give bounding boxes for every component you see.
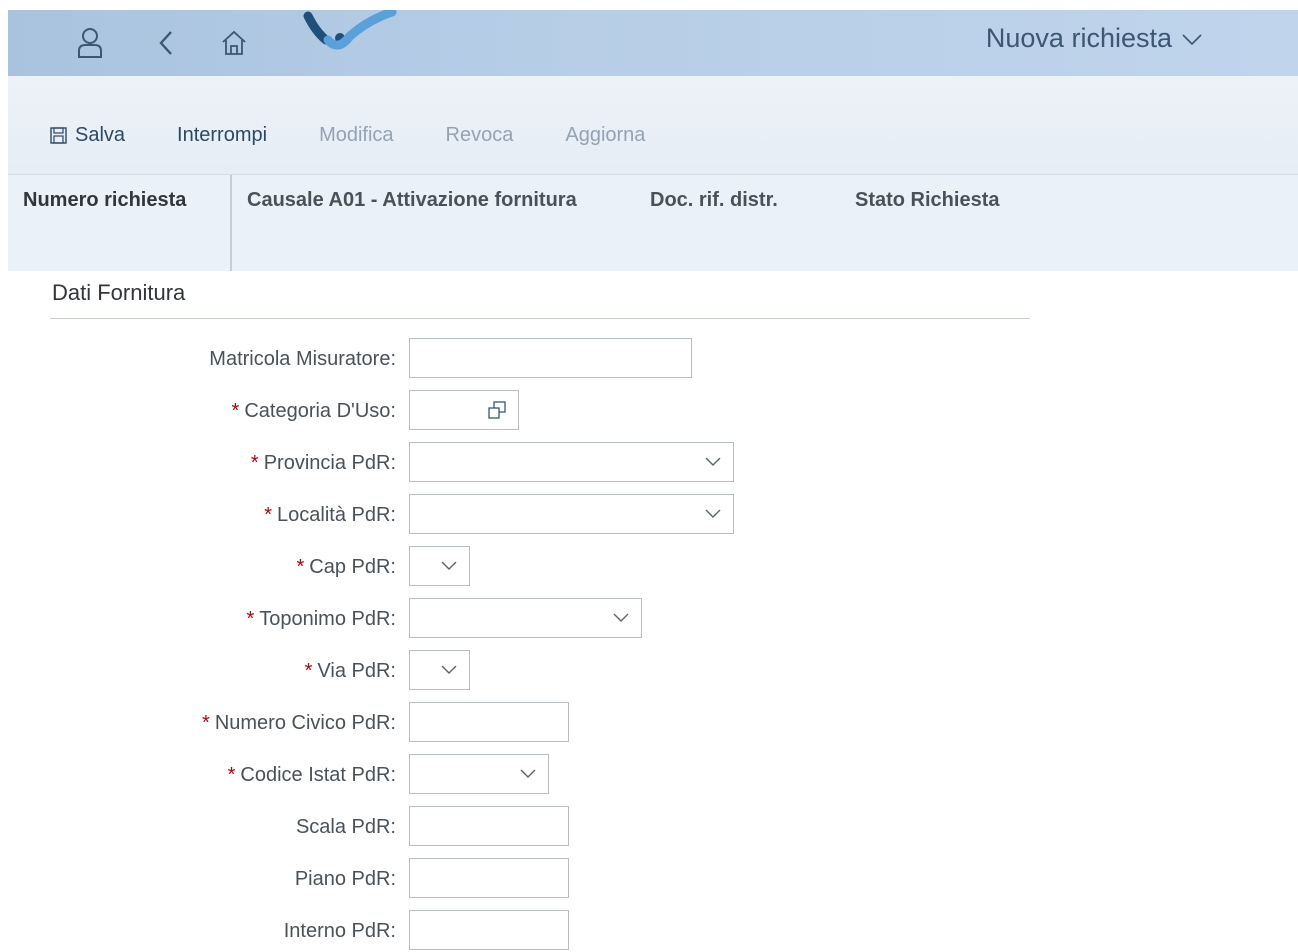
interrupt-button[interactable]: Interrompi (177, 124, 267, 147)
toponym-label: * Toponimo PdR: (246, 598, 396, 640)
interrupt-label: Interrompi (177, 123, 268, 146)
home-icon[interactable] (214, 10, 254, 76)
required-marker: * (231, 399, 240, 422)
app-title-menu[interactable]: Nuova richiesta (986, 10, 1202, 66)
istat-code-label: * Codice Istat PdR: (228, 754, 396, 796)
zip-code-label: * Cap PdR: (296, 546, 396, 588)
request-number-label: Numero richiesta (23, 189, 187, 211)
floor-label-text: Piano PdR: (294, 867, 396, 890)
required-marker: * (250, 451, 259, 474)
form-row-istat-code: * Codice Istat PdR: (0, 754, 1298, 796)
save-button[interactable]: Salva (50, 124, 125, 147)
toponym-select[interactable] (409, 598, 642, 638)
required-marker: * (304, 659, 313, 682)
save-label: Salva (75, 123, 126, 146)
street-select[interactable] (409, 650, 470, 690)
apartment-label-text: Interno PdR: (283, 919, 396, 942)
page-subheader: Salva Interrompi Modifica Revoca Aggiorn… (8, 76, 1298, 175)
required-marker: * (227, 763, 236, 786)
locality-label: * Località PdR: (264, 494, 396, 536)
usage-category-label: * Categoria D'Uso: (232, 390, 396, 432)
required-marker: * (246, 607, 255, 630)
form-row-staircase: Scala PdR: (0, 806, 1298, 848)
revoke-button[interactable]: Revoca (446, 124, 514, 147)
form-row-street: * Via PdR: (0, 650, 1298, 692)
value-help-icon[interactable] (488, 401, 506, 419)
form-row-toponym: * Toponimo PdR: (0, 598, 1298, 640)
refresh-label: Aggiorna (565, 123, 646, 146)
meter-serial-input[interactable] (409, 338, 692, 378)
form-row-meter-serial: Matricola Misuratore: (0, 338, 1298, 380)
revoke-label: Revoca (445, 123, 514, 146)
zip-code-label-text: Cap PdR: (309, 555, 396, 578)
istat-code-select[interactable] (409, 754, 549, 794)
chevron-down-icon[interactable] (441, 559, 457, 571)
chevron-down-icon[interactable] (705, 455, 721, 467)
form-row-province: * Provincia PdR: (0, 442, 1298, 484)
chevron-down-icon[interactable] (520, 767, 536, 779)
province-select[interactable] (409, 442, 734, 482)
staircase-label: Scala PdR: (296, 806, 396, 848)
edit-button[interactable]: Modifica (319, 124, 393, 147)
request-status-label: Stato Richiesta (855, 189, 1000, 211)
form-row-usage-category: * Categoria D'Uso: (0, 390, 1298, 432)
user-icon[interactable] (70, 10, 110, 76)
floor-input[interactable] (409, 858, 569, 898)
action-toolbar: Salva Interrompi Modifica Revoca Aggiorn… (50, 120, 697, 150)
company-logo (298, 7, 408, 60)
chevron-down-icon[interactable] (705, 507, 721, 519)
required-marker: * (296, 555, 305, 578)
refresh-button[interactable]: Aggiorna (565, 124, 645, 147)
meter-serial-label-text: Matricola Misuratore: (209, 347, 396, 370)
required-marker: * (264, 503, 273, 526)
form-row-floor: Piano PdR: (0, 858, 1298, 900)
section-title: Dati Fornitura (52, 280, 186, 305)
object-header: Numero richiesta Causale A01 - Attivazio… (8, 175, 1298, 271)
top-band (0, 0, 1298, 10)
zip-code-select[interactable] (409, 546, 470, 586)
form-row-street-number: * Numero Civico PdR: (0, 702, 1298, 744)
section-divider (50, 318, 1030, 319)
header-divider (230, 175, 232, 271)
locality-select[interactable] (409, 494, 734, 534)
request-reason-label: Causale A01 - Attivazione fornitura (247, 189, 577, 211)
chevron-down-icon[interactable] (613, 611, 629, 623)
distributor-doc-label: Doc. rif. distr. (650, 189, 778, 211)
staircase-label-text: Scala PdR: (295, 815, 396, 838)
locality-label-text: Località PdR: (277, 503, 396, 526)
edit-label: Modifica (319, 123, 394, 146)
street-number-input[interactable] (409, 702, 569, 742)
apartment-input[interactable] (409, 910, 569, 950)
back-icon[interactable] (146, 10, 186, 76)
required-marker: * (202, 711, 210, 734)
app-title: Nuova richiesta (985, 22, 1172, 53)
usage-category-value-help-input[interactable] (409, 390, 519, 430)
street-label-text: Via PdR: (317, 659, 396, 682)
province-label: * Provincia PdR: (251, 442, 396, 484)
save-icon (50, 126, 67, 144)
floor-label: Piano PdR: (295, 858, 396, 900)
form-row-locality: * Località PdR: (0, 494, 1298, 536)
street-number-label-text: Numero Civico PdR: (214, 711, 396, 734)
usage-category-label-text: Categoria D'Uso: (244, 399, 396, 422)
form-row-apartment: Interno PdR: (0, 910, 1298, 952)
meter-serial-label: Matricola Misuratore: (209, 338, 396, 380)
chevron-down-icon[interactable] (441, 663, 457, 675)
toponym-label-text: Toponimo PdR: (259, 607, 396, 630)
province-label-text: Provincia PdR: (263, 451, 396, 474)
street-label: * Via PdR: (305, 650, 396, 692)
apartment-label: Interno PdR: (284, 910, 396, 952)
street-number-label: * Numero Civico PdR: (202, 702, 396, 744)
form-row-zip-code: * Cap PdR: (0, 546, 1298, 588)
staircase-input[interactable] (409, 806, 569, 846)
istat-code-label-text: Codice Istat PdR: (240, 763, 396, 786)
shell-bar: Nuova richiesta (8, 7, 1298, 76)
chevron-down-icon (1182, 34, 1202, 46)
